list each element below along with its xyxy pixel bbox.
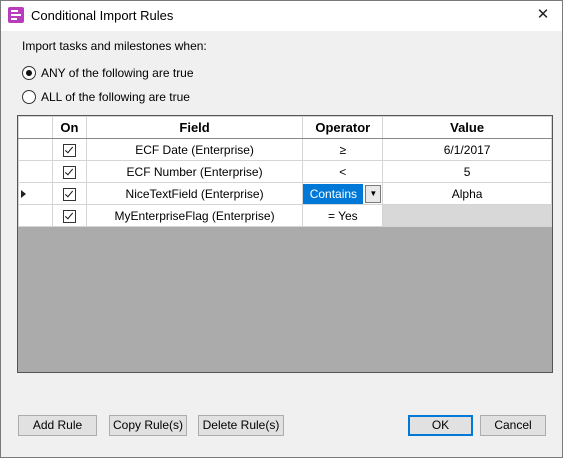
- radio-all-indicator[interactable]: [22, 90, 36, 104]
- checkbox-icon[interactable]: [62, 143, 76, 157]
- field-cell[interactable]: ECF Date (Enterprise): [85, 138, 304, 161]
- column-header-value[interactable]: Value: [382, 116, 552, 139]
- value-cell-disabled: [382, 204, 552, 227]
- on-checkbox-cell[interactable]: [52, 182, 87, 205]
- title-bar: Conditional Import Rules ✕: [1, 1, 562, 31]
- field-cell[interactable]: MyEnterpriseFlag (Enterprise): [85, 204, 304, 227]
- operator-dropdown-value[interactable]: Contains: [303, 183, 364, 204]
- radio-any-indicator[interactable]: [22, 66, 36, 80]
- table-row[interactable]: ECF Number (Enterprise) < 5: [18, 160, 552, 183]
- operator-dropdown[interactable]: Contains ▼: [303, 183, 382, 204]
- rules-table: On Field Operator Value ECF Date (Enterp…: [18, 116, 552, 227]
- operator-cell[interactable]: Contains ▼: [302, 182, 384, 205]
- checkbox-icon[interactable]: [62, 187, 76, 201]
- close-icon[interactable]: ✕: [532, 5, 554, 25]
- on-checkbox-cell[interactable]: [52, 160, 87, 183]
- column-header-operator[interactable]: Operator: [302, 116, 384, 139]
- ok-button[interactable]: OK: [408, 415, 473, 436]
- cancel-button[interactable]: Cancel: [480, 415, 546, 436]
- on-checkbox-cell[interactable]: [52, 204, 87, 227]
- table-row[interactable]: MyEnterpriseFlag (Enterprise) = Yes: [18, 204, 552, 227]
- import-prompt: Import tasks and milestones when:: [22, 39, 207, 53]
- checkbox-icon[interactable]: [62, 165, 76, 179]
- on-checkbox-cell[interactable]: [52, 138, 87, 161]
- operator-cell[interactable]: ≥: [302, 138, 384, 161]
- add-rule-button[interactable]: Add Rule: [18, 415, 97, 436]
- value-cell[interactable]: 5: [382, 160, 552, 183]
- row-selector[interactable]: [18, 160, 53, 183]
- copy-rules-button[interactable]: Copy Rule(s): [109, 415, 187, 436]
- table-row-current[interactable]: NiceTextField (Enterprise) Contains ▼ Al…: [18, 182, 552, 205]
- current-row-arrow-icon: [21, 189, 26, 198]
- column-header-on[interactable]: On: [52, 116, 87, 139]
- operator-cell[interactable]: = Yes: [302, 204, 384, 227]
- app-icon: [8, 7, 24, 23]
- row-selector-header: [18, 116, 53, 139]
- field-cell[interactable]: ECF Number (Enterprise): [85, 160, 304, 183]
- window-title: Conditional Import Rules: [31, 8, 174, 23]
- chevron-down-icon[interactable]: ▼: [365, 184, 382, 203]
- rules-grid: On Field Operator Value ECF Date (Enterp…: [17, 115, 553, 373]
- header-row: On Field Operator Value: [18, 116, 552, 139]
- value-cell[interactable]: Alpha: [382, 182, 552, 205]
- row-selector[interactable]: [18, 204, 53, 227]
- radio-any-label: ANY of the following are true: [41, 66, 194, 80]
- delete-rules-button[interactable]: Delete Rule(s): [198, 415, 284, 436]
- radio-all-label: ALL of the following are true: [41, 90, 190, 104]
- table-row[interactable]: ECF Date (Enterprise) ≥ 6/1/2017: [18, 138, 552, 161]
- value-cell[interactable]: 6/1/2017: [382, 138, 552, 161]
- checkbox-icon[interactable]: [62, 209, 76, 223]
- column-header-field[interactable]: Field: [85, 116, 304, 139]
- operator-cell[interactable]: <: [302, 160, 384, 183]
- row-selector[interactable]: [18, 138, 53, 161]
- row-selector[interactable]: [18, 182, 53, 205]
- dialog-window: Conditional Import Rules ✕ Import tasks …: [0, 0, 563, 458]
- field-cell[interactable]: NiceTextField (Enterprise): [85, 182, 304, 205]
